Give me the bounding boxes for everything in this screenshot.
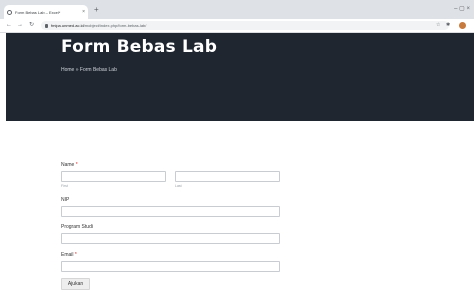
lock-icon xyxy=(45,23,48,28)
reload-icon[interactable]: ↻ xyxy=(29,21,34,29)
name-label: Name * xyxy=(61,162,78,168)
address-bar[interactable]: fmipa.unmed.ac.id/mobject/index.php/form… xyxy=(41,21,449,30)
globe-icon xyxy=(7,9,12,15)
last-name-input[interactable] xyxy=(175,171,280,182)
submit-button[interactable]: Ajukan xyxy=(61,278,90,290)
first-name-input[interactable] xyxy=(61,171,166,182)
nip-input[interactable] xyxy=(61,206,280,217)
tab-title: Form Bebas Lab – Excel* xyxy=(15,9,61,15)
breadcrumb: Home » Form Bebas Lab xyxy=(61,67,117,73)
forward-icon[interactable]: → xyxy=(17,21,23,29)
back-icon[interactable]: ← xyxy=(6,21,12,29)
profile-avatar-icon[interactable] xyxy=(459,22,466,29)
first-caption: First xyxy=(61,184,68,188)
page-hero: Form Bebas Lab Home » Form Bebas Lab xyxy=(6,33,474,121)
page-title: Form Bebas Lab xyxy=(61,37,218,57)
program-studi-input[interactable] xyxy=(61,233,280,244)
browser-tab-bar: Form Bebas Lab – Excel* × + – ▢ × xyxy=(0,0,474,19)
browser-tab[interactable]: Form Bebas Lab – Excel* × xyxy=(4,5,88,19)
window-controls[interactable]: – ▢ × xyxy=(454,5,470,12)
close-tab-icon[interactable]: × xyxy=(82,9,85,15)
nip-label: NIP xyxy=(61,197,70,203)
program-studi-label: Program Studi xyxy=(61,224,93,230)
url-text: fmipa.unmed.ac.id/mobject/index.php/form… xyxy=(51,23,147,28)
last-caption: Last xyxy=(175,184,182,188)
new-tab-button[interactable]: + xyxy=(94,6,99,14)
star-icon[interactable]: ☆ xyxy=(436,22,440,28)
extensions-icon[interactable]: ✱ xyxy=(446,22,450,28)
email-input[interactable] xyxy=(61,261,280,272)
email-label: Email * xyxy=(61,252,77,258)
browser-toolbar: ← → ↻ fmipa.unmed.ac.id/mobject/index.ph… xyxy=(0,19,474,33)
